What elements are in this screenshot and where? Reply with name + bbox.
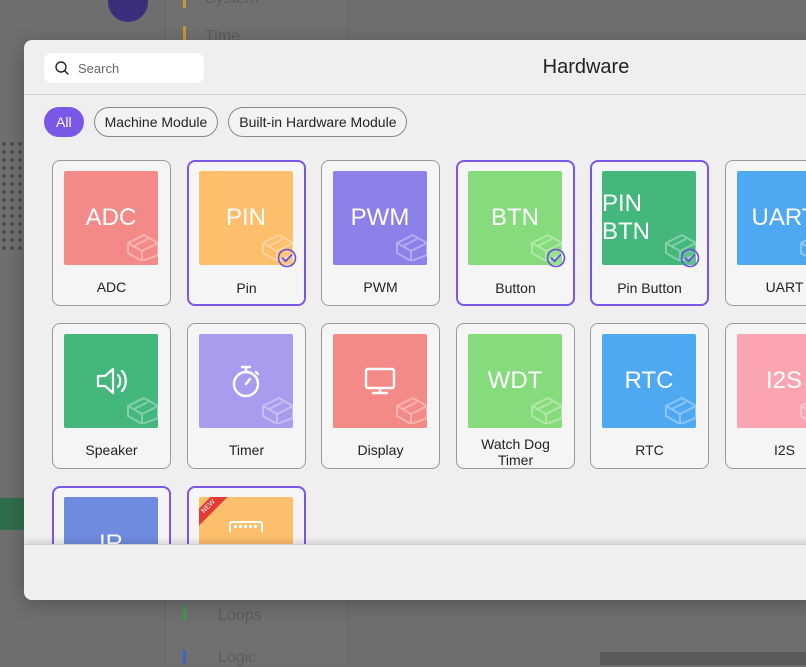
selected-check-icon — [546, 248, 566, 268]
category-marker — [183, 0, 186, 8]
hardware-tile: PWM — [333, 171, 427, 265]
hardware-tile: NEW — [199, 497, 293, 546]
category-marker — [183, 606, 186, 620]
background-block — [0, 498, 24, 530]
filter-machine-module[interactable]: Machine Module — [93, 107, 219, 137]
hardware-card[interactable]: I2S I2S — [725, 323, 806, 469]
hardware-label: Speaker — [85, 442, 138, 458]
hardware-tile: I2S — [737, 334, 806, 428]
bg-menu-item: Logic — [218, 649, 257, 666]
hardware-label: ADC — [96, 279, 127, 295]
hardware-label: Button — [495, 280, 536, 296]
hardware-label: RTC — [635, 442, 664, 458]
hardware-label: Watch Dog Timer — [481, 436, 550, 468]
hardware-tile: ADC — [64, 171, 158, 265]
hardware-label: UART — [765, 279, 804, 295]
hardware-label: Pin Button — [617, 280, 682, 296]
hardware-card[interactable]: PIN BTN Pin Button — [590, 160, 709, 306]
hardware-card[interactable]: Display — [321, 323, 440, 469]
hardware-tile — [64, 334, 158, 428]
hardware-label: I2S — [773, 442, 795, 458]
hardware-card[interactable]: UART UART — [725, 160, 806, 306]
bg-menu-item: Loops — [218, 607, 262, 624]
hardware-label: PWM — [363, 279, 398, 295]
filter-chips: All Machine Module Built-in Hardware Mod… — [44, 107, 408, 137]
bg-menu-item: System — [205, 0, 258, 8]
hardware-dialog: Hardware All Machine Module Built-in Har… — [24, 40, 806, 600]
hardware-tile: UART — [737, 171, 806, 265]
tile-text: UART — [751, 204, 806, 231]
filter-builtin-hardware-module[interactable]: Built-in Hardware Module — [228, 107, 408, 137]
dialog-title: Hardware — [542, 56, 630, 78]
background-bar — [600, 652, 806, 665]
hardware-card[interactable]: IR — [52, 486, 171, 546]
hardware-tile: WDT — [468, 334, 562, 428]
hardware-tile: IR — [64, 497, 158, 546]
hardware-tile — [333, 334, 427, 428]
tile-text: ADC — [85, 204, 137, 231]
filter-all[interactable]: All — [44, 107, 84, 137]
avatar — [108, 0, 148, 22]
hardware-card[interactable]: BTN Button — [456, 160, 575, 306]
tile-text: PIN — [225, 204, 266, 231]
hardware-card[interactable]: RTC RTC — [590, 323, 709, 469]
hardware-card[interactable]: Speaker — [52, 323, 171, 469]
background-pattern — [0, 140, 24, 250]
hardware-label: Timer — [228, 442, 265, 458]
selected-check-icon — [277, 248, 297, 268]
hardware-card[interactable]: NEW — [187, 486, 306, 546]
tile-text: WDT — [487, 367, 543, 394]
hardware-card[interactable]: Timer — [187, 323, 306, 469]
hardware-card[interactable]: WDT Watch Dog Timer — [456, 323, 575, 469]
tile-text: PWM — [350, 204, 410, 231]
header-divider — [24, 94, 806, 95]
dialog-footer — [24, 544, 806, 600]
hardware-card[interactable]: PWM PWM — [321, 160, 440, 306]
hardware-tile — [199, 334, 293, 428]
hardware-card[interactable]: ADC ADC — [52, 160, 171, 306]
hardware-grid: ADC ADC PIN Pin PWM PWM BTN Button PIN BTN Pin Bu… — [24, 150, 806, 546]
hardware-tile: RTC — [602, 334, 696, 428]
tile-text: RTC — [624, 367, 674, 394]
hardware-card[interactable]: PIN Pin — [187, 160, 306, 306]
tile-text: I2S — [765, 367, 803, 394]
hardware-label: Display — [357, 442, 404, 458]
category-marker — [183, 26, 186, 40]
tile-text: BTN — [491, 204, 539, 231]
category-marker — [183, 650, 186, 664]
hardware-label: Pin — [236, 280, 257, 296]
selected-check-icon — [680, 248, 700, 268]
